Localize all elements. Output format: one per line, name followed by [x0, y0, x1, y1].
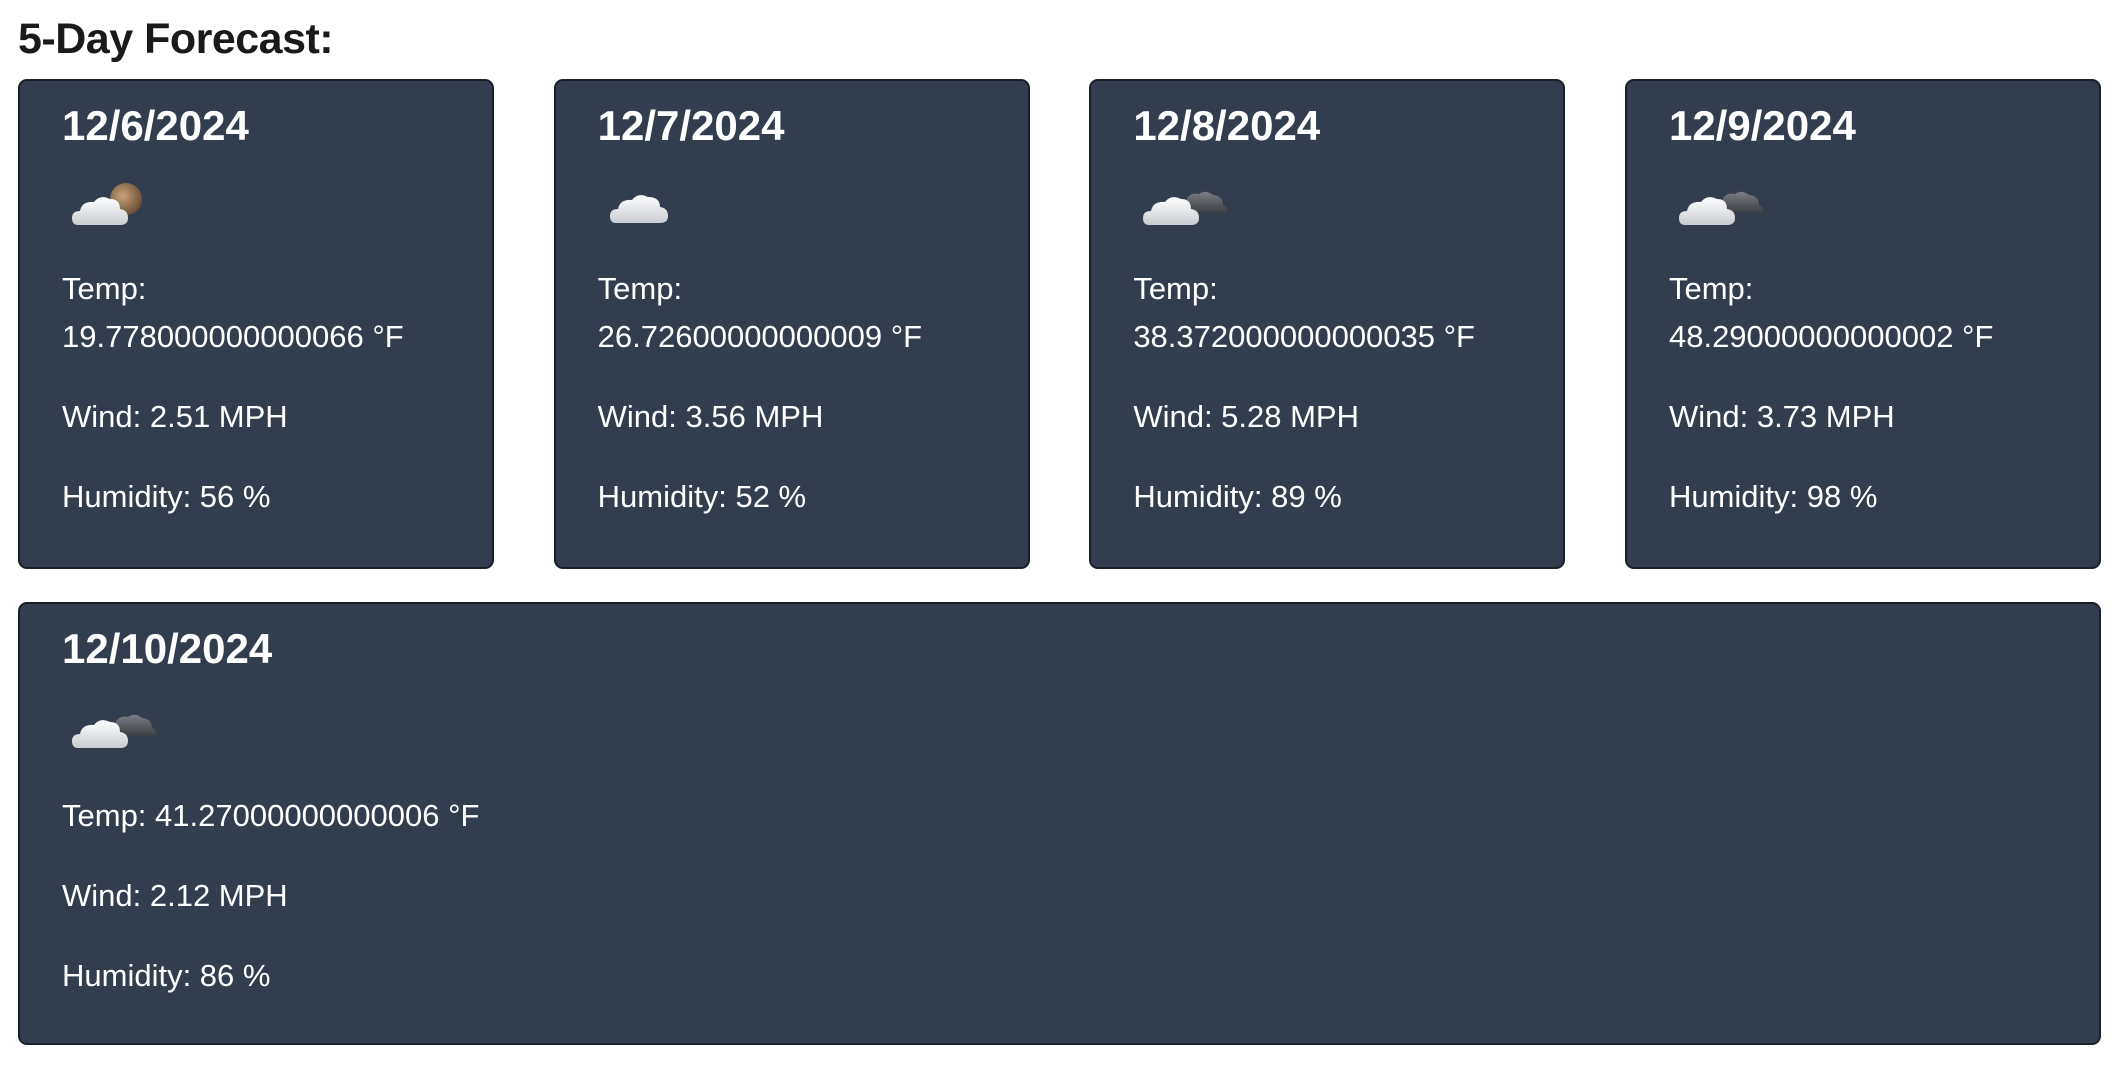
forecast-card: 12/10/2024 Temp: 41.27000000000006 °F Wi…	[18, 602, 2101, 1045]
humidity-value: Humidity: 89 %	[1133, 479, 1342, 514]
temp-label: Temp:	[1133, 271, 1218, 306]
cloud-icon	[598, 157, 986, 257]
temp-value: 38.372000000000035 °F	[1133, 319, 1475, 354]
forecast-card: 12/6/2024 Temp: 19.778000000000066 °F Wi…	[18, 79, 494, 569]
temp-value: 48.29000000000002 °F	[1668, 319, 1994, 354]
broken-clouds-icon	[62, 680, 2057, 780]
temp-label: Temp:	[1668, 271, 1754, 306]
forecast-cards-row: 12/6/2024 Temp: 19.778000000000066 °F Wi…	[18, 79, 2101, 569]
partly-cloudy-night-icon	[62, 157, 450, 257]
temp-value: 19.778000000000066 °F	[62, 319, 404, 354]
wind-value: Wind: 3.73 MPH	[1668, 399, 1895, 434]
forecast-date: 12/9/2024	[1668, 102, 1856, 149]
wind-value: Wind: 2.51 MPH	[62, 399, 288, 434]
temp-value: 26.72600000000009 °F	[597, 319, 923, 354]
forecast-section: 5-Day Forecast: 12/6/2024 Temp: 19.77800…	[0, 0, 2122, 1045]
forecast-date: 12/10/2024	[62, 625, 273, 672]
broken-clouds-icon	[1133, 157, 1521, 257]
forecast-title: 5-Day Forecast:	[18, 15, 334, 63]
forecast-date: 12/6/2024	[62, 102, 249, 149]
forecast-date: 12/7/2024	[597, 102, 785, 149]
wind-value: Wind: 5.28 MPH	[1133, 399, 1360, 434]
temp-value: Temp: 41.27000000000006 °F	[62, 798, 480, 833]
forecast-card: 12/7/2024 Temp: 26.72600000000009 °F Win…	[553, 79, 1030, 569]
humidity-value: Humidity: 98 %	[1668, 479, 1878, 514]
temp-label: Temp:	[597, 271, 683, 306]
humidity-value: Humidity: 56 %	[62, 479, 271, 514]
forecast-card: 12/8/2024 Temp: 38.372000000000035 °F Wi…	[1089, 79, 1566, 569]
forecast-date: 12/8/2024	[1133, 102, 1321, 149]
wind-value: Wind: 3.56 MPH	[597, 399, 824, 434]
humidity-value: Humidity: 86 %	[62, 958, 271, 993]
wind-value: Wind: 2.12 MPH	[62, 878, 288, 913]
humidity-value: Humidity: 52 %	[597, 479, 807, 514]
temp-label: Temp:	[62, 271, 147, 306]
forecast-card: 12/9/2024 Temp: 48.29000000000002 °F Win…	[1624, 79, 2101, 569]
broken-clouds-icon	[1669, 157, 2057, 257]
